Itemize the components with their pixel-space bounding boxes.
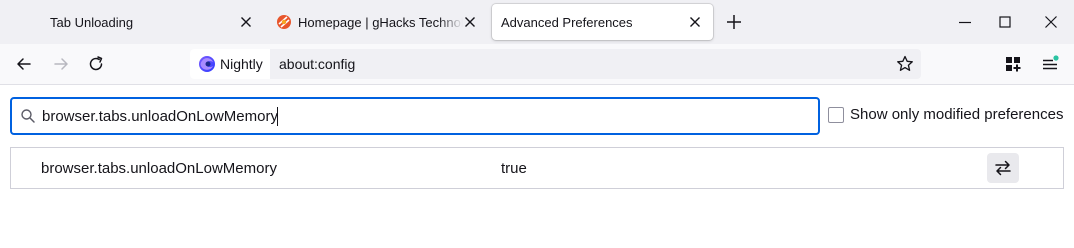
navigation-toolbar: Nightly about:config (0, 44, 1074, 85)
show-modified-label[interactable]: Show only modified preferences (850, 106, 1063, 123)
show-modified-toggle[interactable]: Show only modified preferences (828, 106, 1063, 123)
close-icon[interactable] (462, 14, 478, 30)
nightly-logo-icon (199, 56, 215, 72)
search-icon (21, 109, 35, 123)
plus-icon[interactable] (724, 12, 744, 32)
reload-icon[interactable] (86, 54, 106, 74)
hamburger-menu-icon[interactable] (1040, 54, 1060, 74)
url-bar[interactable]: Nightly about:config (190, 49, 921, 79)
url-text[interactable]: about:config (279, 56, 355, 72)
window-close-icon[interactable] (1041, 12, 1061, 32)
minimize-icon[interactable] (955, 12, 975, 32)
toggle-button[interactable] (987, 153, 1019, 183)
tab-advanced-preferences[interactable]: Advanced Preferences (492, 4, 713, 40)
preference-name: browser.tabs.unloadOnLowMemory (41, 160, 277, 177)
star-icon[interactable] (895, 54, 915, 74)
maximize-icon[interactable] (995, 12, 1015, 32)
identity-box[interactable]: Nightly (190, 49, 270, 79)
show-modified-checkbox[interactable] (828, 107, 844, 123)
tab-tab-unloading[interactable]: Tab Unloading (0, 4, 264, 40)
toggle-arrows-icon (995, 160, 1011, 176)
close-icon[interactable] (238, 14, 254, 30)
identity-label: Nightly (220, 56, 263, 72)
tab-title: Advanced Preferences (501, 15, 633, 30)
text-caret (277, 107, 278, 126)
tab-title: Homepage | gHacks Technology News (298, 15, 463, 30)
ghacks-favicon-icon (277, 15, 291, 29)
preference-search-box[interactable] (10, 97, 820, 135)
preference-value[interactable]: true (501, 160, 527, 177)
preference-row: browser.tabs.unloadOnLowMemory true (10, 147, 1064, 189)
arrow-right-icon[interactable] (51, 54, 71, 74)
tab-strip: Tab Unloading Homepage | gHacks Technolo… (0, 0, 1074, 44)
tab-title: Tab Unloading (50, 15, 134, 30)
extensions-icon[interactable] (1003, 54, 1023, 74)
tab-ghacks[interactable]: Homepage | gHacks Technology News (268, 4, 488, 40)
close-icon[interactable] (687, 14, 703, 30)
search-input[interactable] (42, 106, 802, 126)
arrow-left-icon[interactable] (14, 54, 34, 74)
